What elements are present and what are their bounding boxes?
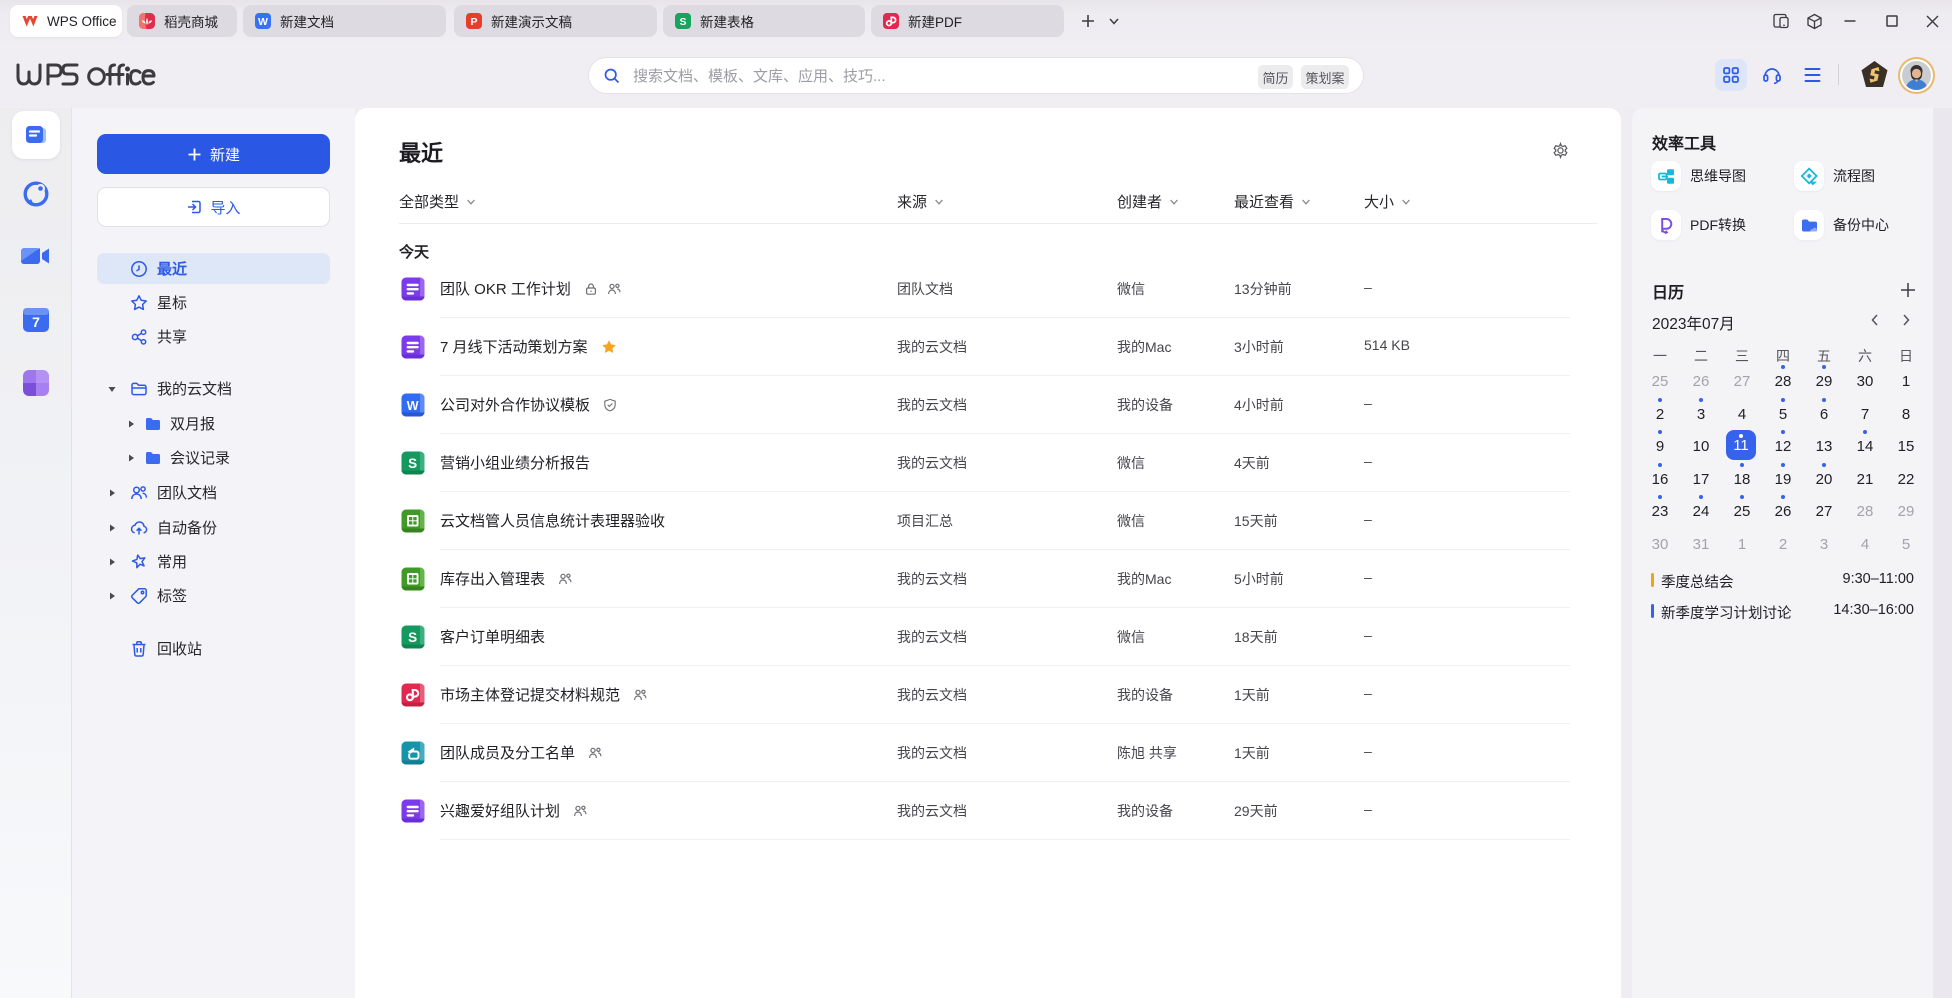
svg-text:S: S: [679, 16, 686, 28]
svg-text:P: P: [470, 16, 477, 28]
svg-text:W: W: [258, 16, 268, 28]
svg-text:7: 7: [32, 314, 40, 330]
